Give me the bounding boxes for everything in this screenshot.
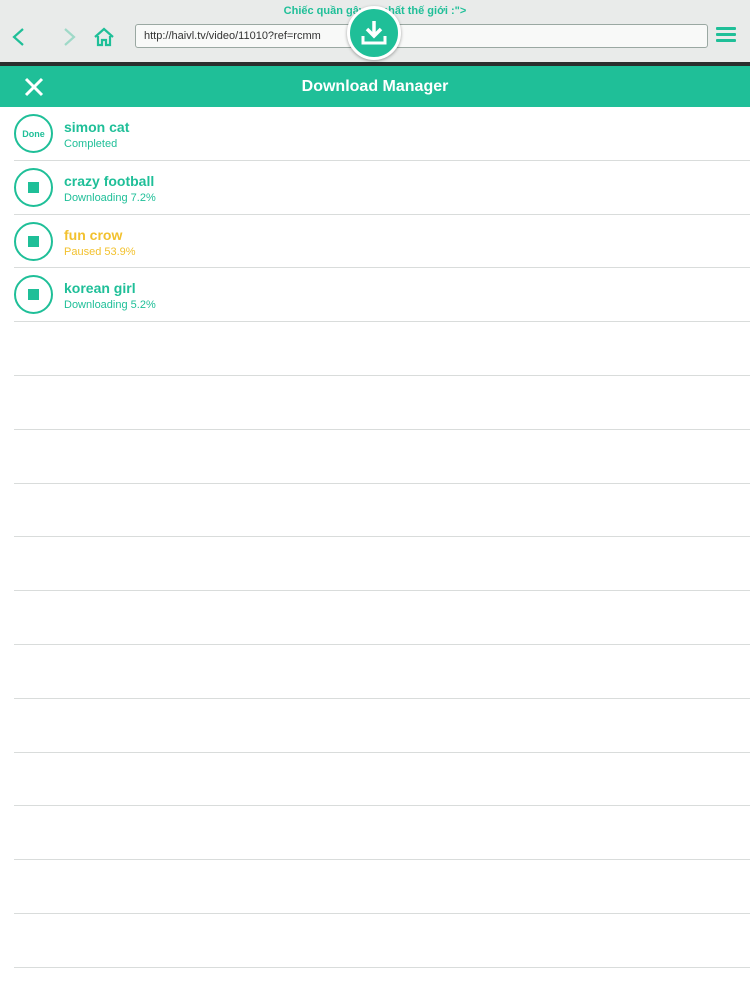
menu-button[interactable] xyxy=(716,27,736,45)
close-icon xyxy=(24,77,44,97)
empty-list-row xyxy=(14,645,750,699)
hamburger-line xyxy=(716,33,736,36)
close-button[interactable] xyxy=(22,75,46,99)
empty-list-row xyxy=(14,376,750,430)
download-item-status: Paused 53.9% xyxy=(64,245,136,258)
stop-download-button[interactable] xyxy=(14,167,53,207)
chevron-left-icon xyxy=(12,28,24,46)
download-item-name: crazy football xyxy=(64,172,155,189)
panel-title: Download Manager xyxy=(301,78,449,95)
download-item-korean-girl[interactable]: korean girl Downloading 5.2% xyxy=(14,268,750,323)
download-item-status: Downloading 5.2% xyxy=(64,299,156,312)
empty-list-row xyxy=(14,484,750,538)
url-field[interactable]: http://haivl.tv/video/11010?ref=rcmm xyxy=(135,24,708,48)
download-button[interactable] xyxy=(347,6,401,60)
download-item-status: Downloading 7.2% xyxy=(64,191,156,204)
stop-download-button[interactable] xyxy=(14,221,53,261)
empty-list-row xyxy=(14,699,750,753)
hamburger-menu-icon xyxy=(716,27,736,30)
chevron-right-icon xyxy=(64,28,76,46)
stop-icon xyxy=(28,181,39,193)
download-item-name: korean girl xyxy=(64,280,136,297)
empty-list-row xyxy=(14,968,750,1000)
empty-list-row xyxy=(14,806,750,861)
empty-list-row xyxy=(14,430,750,484)
download-icon xyxy=(361,21,387,45)
home-icon xyxy=(94,27,114,47)
download-item-simon-cat[interactable]: Done simon cat Completed xyxy=(14,107,750,161)
empty-list-row xyxy=(14,860,750,914)
hamburger-line xyxy=(716,39,736,42)
download-item-name: simon cat xyxy=(64,119,130,135)
download-list: Done simon cat Completed crazy football … xyxy=(14,107,750,1000)
download-item-status: Completed xyxy=(64,138,118,150)
download-item-crazy-football[interactable]: crazy football Downloading 7.2% xyxy=(14,161,750,215)
empty-list-row xyxy=(14,753,750,807)
download-manager-header: Download Manager xyxy=(0,66,750,107)
done-status-badge[interactable]: Done xyxy=(14,114,53,153)
download-item-fun-crow[interactable]: fun crow Paused 53.9% xyxy=(14,215,750,269)
stop-download-button[interactable] xyxy=(14,275,53,315)
empty-list-row xyxy=(14,914,750,968)
home-button[interactable] xyxy=(93,26,115,48)
empty-list-row xyxy=(14,322,750,376)
stop-icon xyxy=(28,235,39,247)
empty-list-row xyxy=(14,591,750,645)
stop-icon xyxy=(28,289,39,301)
empty-list-row xyxy=(14,537,750,592)
back-button[interactable] xyxy=(8,26,30,48)
forward-button[interactable] xyxy=(58,26,80,48)
done-badge-label: Done xyxy=(22,128,45,139)
download-item-name: fun crow xyxy=(64,226,123,243)
